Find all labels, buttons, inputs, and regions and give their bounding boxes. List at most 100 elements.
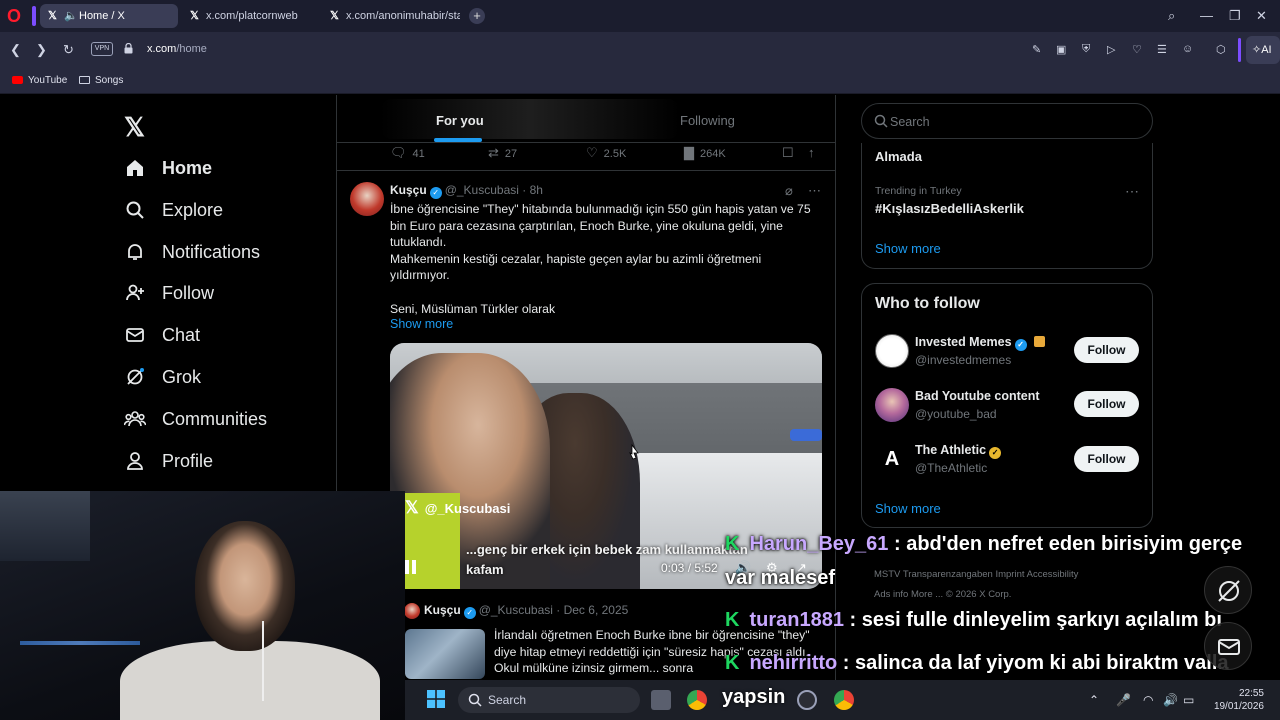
new-tab-button[interactable]: +	[469, 8, 485, 24]
search-input[interactable]: Search	[861, 103, 1153, 139]
who-to-follow-show-more-link[interactable]: Show more	[875, 501, 941, 516]
share-icon[interactable]: ↑	[808, 145, 821, 163]
extensions-icon[interactable]: ⬡	[1216, 43, 1226, 56]
bookmark-youtube[interactable]: YouTube	[12, 75, 67, 86]
dot-separator: ·	[552, 603, 564, 617]
suggestion-name[interactable]: Invested Memes ✓	[915, 335, 1045, 351]
suggestion-name[interactable]: Bad Youtube content	[915, 389, 1040, 403]
sidebar-item-chat[interactable]: Chat	[124, 320, 200, 350]
avatar[interactable]	[404, 603, 420, 619]
lock-icon[interactable]	[124, 43, 133, 54]
sidebar-item-grok[interactable]: Grok	[124, 362, 201, 392]
follow-button[interactable]: Follow	[1074, 391, 1139, 417]
grok-explain-icon[interactable]: ⌀	[785, 183, 793, 199]
chat-message: Knehirritto : salinca da laf yiyom ki ab…	[725, 652, 1229, 675]
tweet-time[interactable]: 8h	[530, 183, 543, 197]
avatar[interactable]	[350, 182, 384, 216]
follow-button[interactable]: Follow	[1074, 446, 1139, 472]
microphone-icon[interactable]: 🎤	[1116, 693, 1131, 707]
trend-item[interactable]: Almada	[875, 149, 922, 164]
grok-float-button[interactable]	[1204, 566, 1252, 614]
account-icon[interactable]: ☺	[1182, 43, 1193, 55]
url-field[interactable]: x.com/home	[147, 43, 207, 55]
like-action[interactable]: ♡ 2.5K	[586, 145, 626, 163]
messages-float-button[interactable]	[1204, 622, 1252, 670]
shield-icon[interactable]: ⛨	[1082, 43, 1090, 56]
sidebar-item-profile[interactable]: Profile	[124, 446, 213, 476]
vpn-badge[interactable]: VPN	[91, 42, 113, 56]
volume-icon[interactable]: 🔊	[1163, 693, 1178, 707]
views-action[interactable]: ▇ 264K	[684, 145, 726, 163]
reply-action[interactable]: 🗨 41	[390, 145, 425, 163]
obs-icon[interactable]	[797, 690, 817, 710]
taskbar-search-input[interactable]: Search	[458, 687, 640, 713]
repost-action[interactable]: ⇄ 27	[488, 145, 517, 163]
x-logo-icon: 𝕏	[190, 10, 199, 22]
chat-text-wrap: var malesef	[725, 567, 836, 589]
avatar[interactable]	[875, 334, 909, 368]
tab-anonimuhabir[interactable]: 𝕏x.com/anonimuhabir/statu	[322, 4, 460, 28]
mail-icon	[124, 324, 146, 346]
tab-platcornweb[interactable]: 𝕏x.com/platcornweb	[182, 4, 316, 28]
trend-item[interactable]: #KışlasızBedelliAskerlik	[875, 201, 1024, 216]
kick-icon: K	[725, 533, 740, 555]
task-view-icon[interactable]	[651, 690, 671, 710]
suggestion-name[interactable]: The Athletic ✓	[915, 443, 1002, 459]
athletic-logo-icon[interactable]: A	[875, 442, 909, 476]
minimize-icon[interactable]: —	[1200, 8, 1213, 23]
search-icon	[874, 114, 888, 128]
footer-links[interactable]: MSTV Transparenzangaben Imprint Accessib…	[874, 569, 1078, 580]
sidebar-item-home[interactable]: Home	[124, 153, 212, 183]
trends-show-more-link[interactable]: Show more	[875, 241, 941, 256]
sidebar-item-communities[interactable]: Communities	[124, 404, 267, 434]
follow-button[interactable]: Follow	[1074, 337, 1139, 363]
camera-icon[interactable]: ▣	[1056, 43, 1066, 56]
footer-links[interactable]: Ads info More ... © 2026 X Corp.	[874, 589, 1011, 600]
wifi-icon[interactable]: ◠	[1143, 693, 1153, 707]
sidebar-item-notifications[interactable]: Notifications	[124, 237, 260, 267]
webcam-person-head	[195, 521, 295, 651]
author-handle[interactable]: @_Kuscubasi	[445, 183, 519, 197]
pause-icon[interactable]	[405, 560, 417, 574]
play-icon[interactable]: ▷	[1107, 43, 1115, 56]
affiliate-badge-icon	[1033, 336, 1045, 347]
heart-icon[interactable]: ♡	[1132, 43, 1142, 56]
speaker-icon[interactable]: 🔈	[64, 4, 78, 28]
avatar[interactable]	[875, 388, 909, 422]
bookmark-songs[interactable]: Songs	[79, 75, 123, 86]
bookmark-icon[interactable]: ☐	[782, 145, 800, 163]
chat-username: nehirritto	[749, 652, 838, 674]
battery-icon[interactable]: ▭	[1183, 693, 1194, 707]
forward-icon[interactable]: ❯	[36, 42, 47, 58]
chrome-icon[interactable]	[687, 690, 707, 710]
author-name[interactable]: Kuşçu	[390, 183, 427, 197]
tab-home-x[interactable]: 𝕏 🔈Home / X	[40, 4, 178, 28]
stream-overlay-text: yapsin	[722, 686, 786, 708]
kick-icon: K	[725, 652, 740, 674]
tab-following[interactable]: Following	[680, 113, 735, 128]
chrome-alt-icon[interactable]	[834, 690, 854, 710]
ai-button[interactable]: ✧AI	[1246, 36, 1280, 64]
menu-icon[interactable]: ☰	[1157, 43, 1167, 56]
taskbar-clock[interactable]: 22:55 19/01/2026	[1212, 687, 1264, 713]
quote-author-handle[interactable]: @_Kuscubasi	[479, 603, 553, 617]
windows-start-icon[interactable]	[427, 690, 445, 708]
reload-icon[interactable]: ↻	[63, 42, 74, 58]
quote-thumbnail[interactable]	[405, 629, 485, 679]
back-icon[interactable]: ❮	[10, 42, 21, 58]
tray-overflow-icon[interactable]: ⌃	[1089, 693, 1099, 707]
restore-icon[interactable]: ❐	[1229, 8, 1241, 24]
show-more-link[interactable]: Show more	[390, 317, 453, 331]
snapshot-edit-icon[interactable]: ✎	[1032, 43, 1041, 56]
tab-for-you[interactable]: For you	[436, 113, 484, 128]
search-tabs-icon[interactable]: ⌕	[1168, 8, 1175, 24]
watermark-handle: @_Kuscubasi	[424, 501, 511, 516]
opera-logo-icon[interactable]: O	[6, 6, 22, 26]
sidebar-item-explore[interactable]: Explore	[124, 195, 223, 225]
more-options-icon[interactable]: ⋯	[808, 183, 821, 199]
more-options-icon[interactable]: ⋯	[1125, 183, 1139, 200]
close-window-icon[interactable]: ✕	[1256, 8, 1267, 24]
quote-author-name[interactable]: Kuşçu	[424, 603, 461, 617]
x-logo-icon[interactable]: 𝕏	[124, 112, 145, 143]
sidebar-item-follow[interactable]: Follow	[124, 278, 214, 308]
